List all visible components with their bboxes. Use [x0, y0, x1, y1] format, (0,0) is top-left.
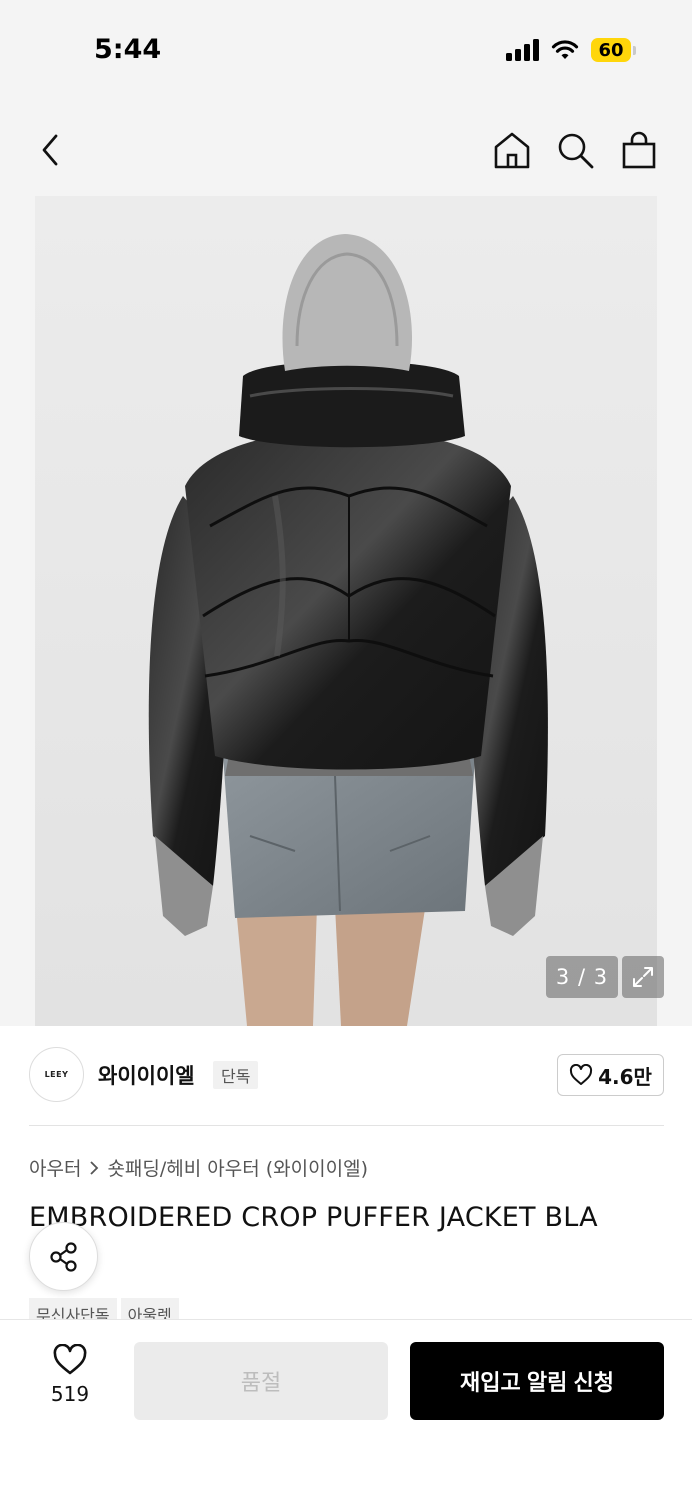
photo-counter: 3 / 3 — [546, 956, 618, 998]
brand-like-button[interactable]: 4.6만 — [557, 1054, 664, 1096]
product-image — [35, 196, 657, 1026]
breadcrumb-item-category[interactable]: 숏패딩/헤비 아우터 (와이이이엘) — [107, 1154, 368, 1181]
product-gallery[interactable]: 3 / 3 — [0, 196, 692, 1026]
cellular-signal-icon — [506, 39, 539, 61]
brand-like-count: 4.6만 — [598, 1064, 652, 1089]
home-button[interactable] — [490, 128, 534, 172]
brand-row: LEEY 와이이이엘 단독 4.6만 — [0, 1026, 692, 1126]
wifi-icon — [551, 40, 579, 59]
expand-icon — [633, 967, 653, 987]
search-button[interactable] — [553, 128, 597, 172]
bottom-action-bar: 519 품절 재입고 알림 신청 — [0, 1319, 692, 1500]
battery-cap — [633, 45, 636, 55]
chevron-left-icon — [42, 134, 58, 166]
chevron-right-icon — [90, 1160, 99, 1175]
breadcrumb: 아우터 숏패딩/헤비 아우터 (와이이이엘) — [29, 1154, 368, 1181]
wishlist-button[interactable]: 519 — [30, 1344, 110, 1406]
product-photo[interactable] — [35, 196, 657, 1026]
status-time: 5:44 — [94, 34, 162, 65]
section-divider — [29, 1125, 664, 1126]
exclusive-badge: 단독 — [213, 1061, 259, 1089]
brand-logo[interactable]: LEEY — [29, 1047, 84, 1102]
cart-button[interactable] — [617, 128, 661, 172]
expand-button[interactable] — [622, 956, 664, 998]
share-icon — [49, 1241, 77, 1272]
heart-outline-icon — [53, 1344, 87, 1375]
share-button[interactable] — [29, 1222, 98, 1291]
brand-name[interactable]: 와이이이엘 — [98, 1060, 195, 1090]
shopping-bag-icon — [622, 131, 656, 169]
breadcrumb-item-outer[interactable]: 아우터 — [29, 1154, 81, 1181]
status-indicators: 60 — [506, 38, 636, 62]
navigation-bar — [0, 100, 692, 196]
status-bar: 5:44 60 — [0, 0, 692, 100]
home-icon — [494, 132, 530, 169]
heart-outline-icon — [570, 1064, 593, 1085]
soldout-button[interactable]: 품절 — [134, 1342, 388, 1420]
search-icon — [558, 133, 594, 169]
product-title: EMBROIDERED CROP PUFFER JACKET BLA — [29, 1202, 598, 1233]
back-button[interactable] — [30, 130, 70, 170]
restock-alert-button[interactable]: 재입고 알림 신청 — [410, 1342, 664, 1420]
battery-indicator: 60 — [591, 38, 631, 62]
wishlist-count: 519 — [50, 1382, 90, 1406]
